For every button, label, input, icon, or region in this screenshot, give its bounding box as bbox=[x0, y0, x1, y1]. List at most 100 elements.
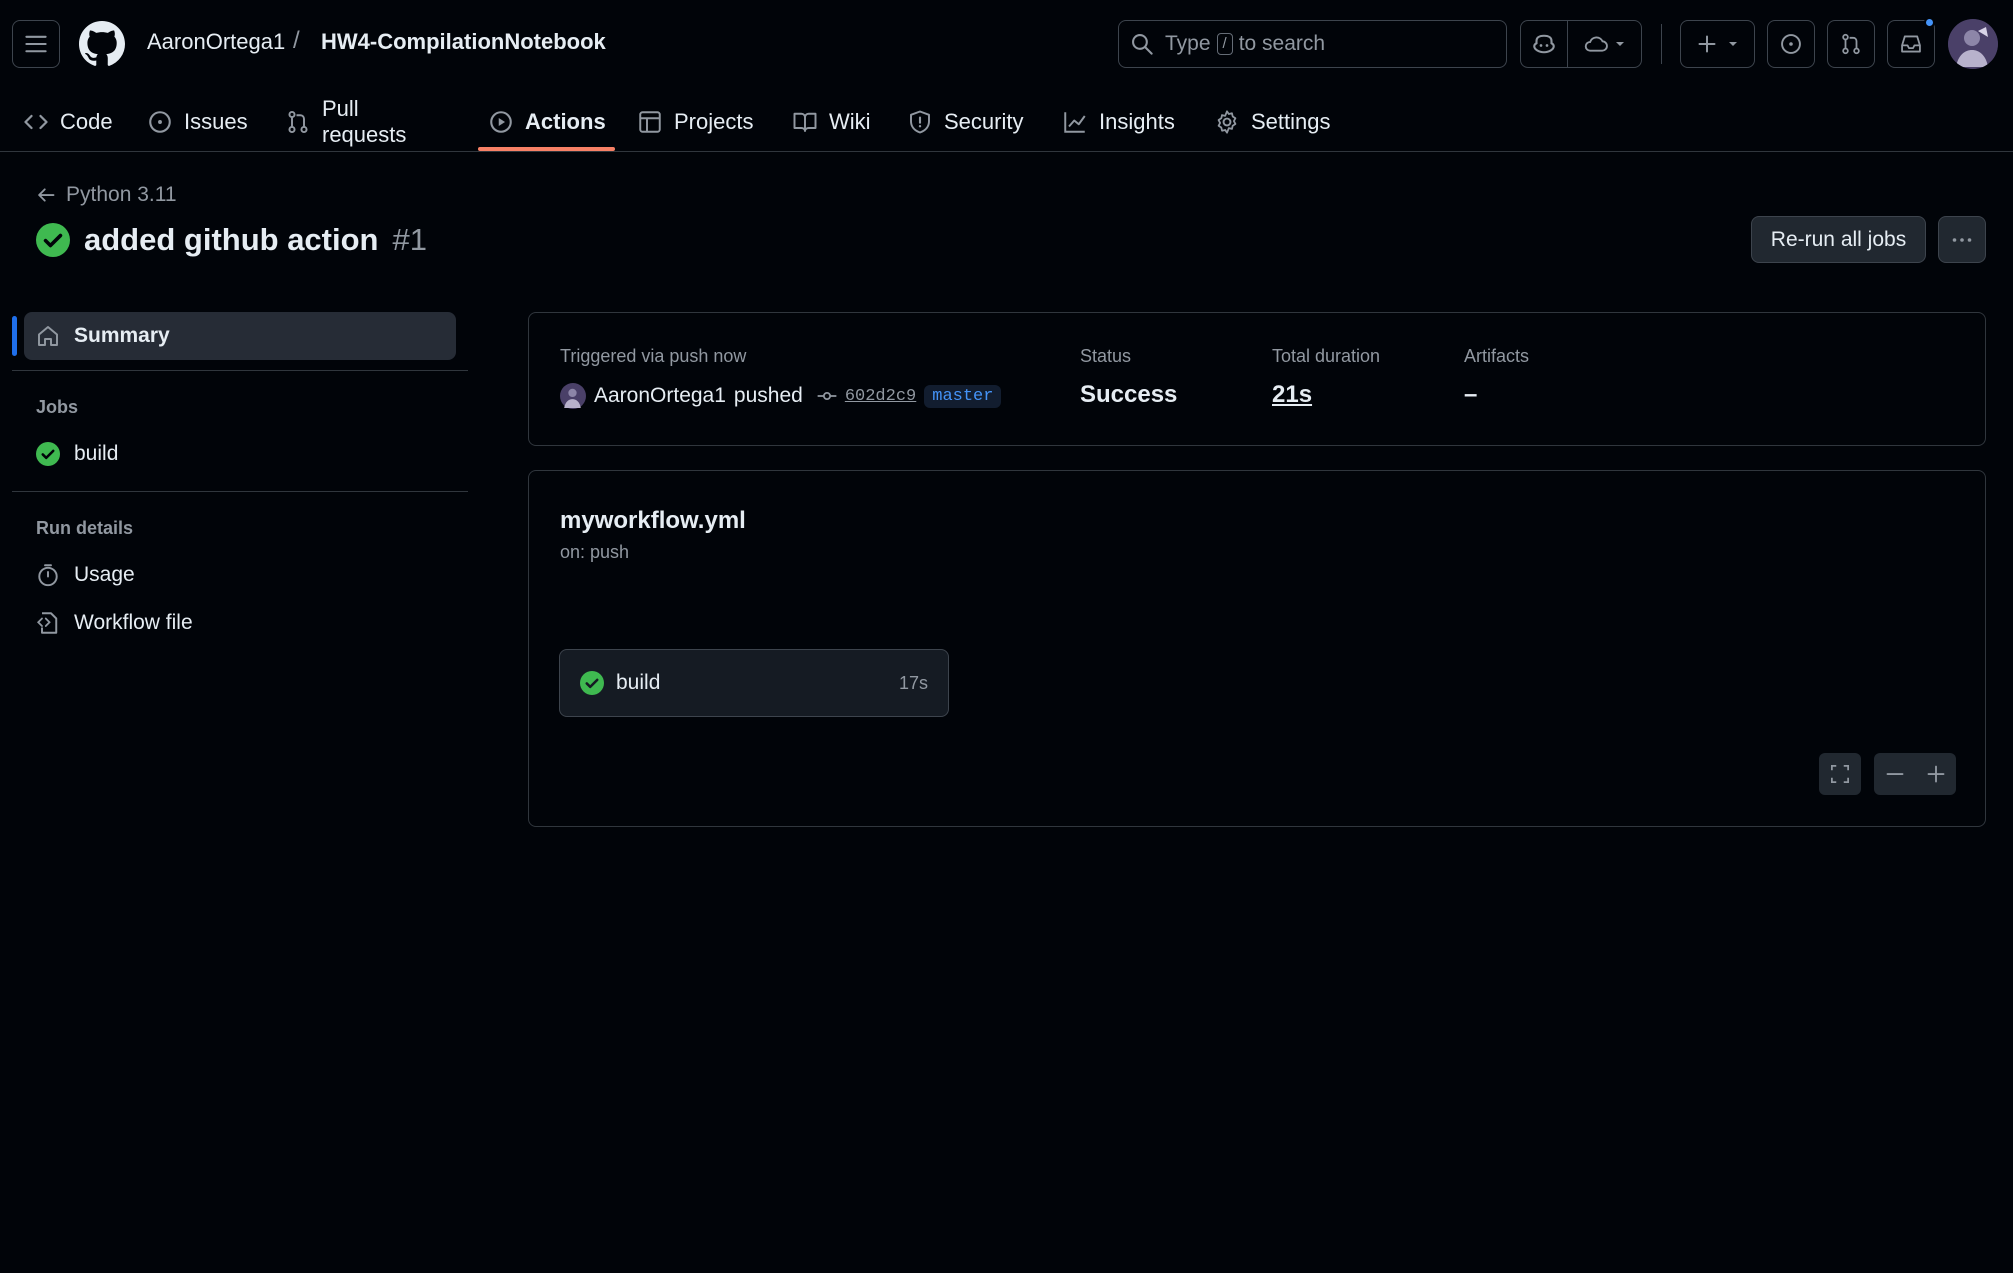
tab-label: Pull requests bbox=[322, 96, 407, 147]
pull-requests-shortcut-button[interactable] bbox=[1827, 20, 1875, 68]
home-icon bbox=[38, 326, 58, 346]
copilot-menu-button[interactable] bbox=[1567, 20, 1642, 68]
tab-pull-requests[interactable]: Pull requests bbox=[286, 92, 406, 152]
copilot-button[interactable] bbox=[1520, 20, 1568, 68]
issue-icon bbox=[1781, 34, 1801, 54]
breadcrumb-repo[interactable]: HW4-CompilationNotebook bbox=[321, 29, 606, 55]
workflow-file-name: myworkflow.yml bbox=[560, 507, 746, 534]
gear-icon bbox=[1217, 110, 1237, 134]
rerun-label: Re-run all jobs bbox=[1770, 227, 1907, 251]
run-title: added github action bbox=[84, 222, 379, 257]
check-circle-icon bbox=[36, 223, 70, 257]
breadcrumb-owner[interactable]: AaronOrtega1 bbox=[147, 29, 285, 55]
search-placeholder-prefix: Type bbox=[1165, 32, 1211, 55]
check-circle-icon bbox=[36, 442, 60, 466]
tab-label: Actions bbox=[525, 109, 606, 134]
search-input[interactable]: Type / to search bbox=[1118, 20, 1507, 68]
tab-label: Issues bbox=[184, 109, 248, 134]
workflow-trigger: on: push bbox=[560, 542, 630, 562]
actor-name[interactable]: AaronOrtega1 bbox=[594, 384, 726, 408]
back-to-workflow-link[interactable]: Python 3.11 bbox=[36, 183, 177, 207]
run-number: #1 bbox=[392, 222, 427, 257]
tab-label: Wiki bbox=[829, 109, 871, 134]
sidebar-item-usage[interactable]: Usage bbox=[36, 563, 135, 587]
rerun-all-jobs-button[interactable]: Re-run all jobs bbox=[1751, 216, 1926, 263]
tab-wiki[interactable]: Wiki bbox=[793, 92, 871, 152]
search-shortcut-key: / bbox=[1216, 33, 1233, 55]
sidebar-item-label: Usage bbox=[74, 563, 135, 586]
sidebar-divider bbox=[12, 370, 468, 371]
notification-dot bbox=[1924, 17, 1935, 28]
search-placeholder-suffix: to search bbox=[1238, 32, 1326, 55]
arrow-left-icon bbox=[38, 188, 55, 202]
tab-issues[interactable]: Issues bbox=[148, 92, 248, 152]
commit-icon bbox=[817, 392, 837, 400]
trigger-label: Triggered via push now bbox=[560, 346, 747, 366]
breadcrumb-separator: / bbox=[293, 27, 300, 54]
tab-label: Code bbox=[60, 109, 113, 134]
branch-badge[interactable]: master bbox=[924, 384, 1002, 408]
kebab-horizontal-icon bbox=[1952, 237, 1972, 242]
tab-settings[interactable]: Settings bbox=[1215, 92, 1331, 152]
active-tab-indicator bbox=[478, 147, 615, 151]
active-item-marker bbox=[12, 316, 17, 356]
stopwatch-icon bbox=[38, 564, 58, 587]
more-options-button[interactable] bbox=[1938, 216, 1986, 263]
sidebar-item-job-build[interactable]: build bbox=[36, 442, 118, 466]
avatar[interactable] bbox=[1948, 19, 1998, 69]
chevron-down-icon bbox=[1615, 42, 1624, 46]
duration-value[interactable]: 21s bbox=[1272, 381, 1312, 409]
sidebar-divider bbox=[12, 491, 468, 492]
artifacts-label: Artifacts bbox=[1464, 346, 1530, 366]
status-value: Success bbox=[1080, 381, 1178, 408]
pull-request-icon bbox=[288, 110, 308, 134]
sidebar-item-summary[interactable]: Summary bbox=[24, 312, 456, 360]
job-name: build bbox=[616, 671, 661, 694]
tab-security[interactable]: Security bbox=[908, 92, 1023, 152]
zoom-out-icon[interactable] bbox=[1885, 764, 1905, 784]
tab-insights[interactable]: Insights bbox=[1063, 92, 1175, 152]
create-new-button[interactable] bbox=[1680, 20, 1755, 68]
code-icon bbox=[24, 114, 48, 130]
sidebar-item-label: Workflow file bbox=[74, 611, 193, 634]
zoom-in-icon[interactable] bbox=[1926, 764, 1946, 784]
shield-icon bbox=[910, 110, 930, 134]
chevron-down-icon bbox=[1728, 42, 1737, 46]
tab-projects[interactable]: Projects bbox=[638, 92, 753, 152]
sidebar-item-label: Summary bbox=[74, 324, 170, 347]
tab-code[interactable]: Code bbox=[24, 92, 113, 152]
tab-label: Projects bbox=[674, 109, 754, 134]
sidebar-item-label: build bbox=[74, 442, 119, 465]
workflow-name: Python 3.11 bbox=[66, 183, 177, 206]
commit-sha-link[interactable]: 602d2c9 bbox=[845, 387, 916, 406]
copilot-icon bbox=[1533, 34, 1555, 54]
duration-label: Total duration bbox=[1272, 346, 1381, 366]
trigger-detail: AaronOrtega1 pushed 602d2c9 master bbox=[560, 383, 1002, 409]
job-card-build[interactable]: build 17s bbox=[559, 649, 949, 717]
file-code-icon bbox=[36, 612, 58, 634]
fullscreen-button[interactable] bbox=[1819, 753, 1861, 795]
screen-full-icon bbox=[1831, 765, 1849, 783]
run-details-heading: Run details bbox=[36, 518, 134, 538]
issue-icon bbox=[149, 111, 171, 133]
menu-button[interactable] bbox=[12, 20, 60, 68]
tab-actions[interactable]: Actions bbox=[489, 92, 606, 152]
sidebar-item-workflow-file[interactable]: Workflow file bbox=[36, 611, 193, 635]
tab-label: Security bbox=[944, 109, 1024, 134]
app-header: AaronOrtega1 / HW4-CompilationNotebook T… bbox=[0, 0, 2013, 152]
artifacts-value: – bbox=[1464, 381, 1478, 408]
header-divider bbox=[1661, 24, 1662, 64]
plus-icon bbox=[1698, 35, 1715, 53]
issues-shortcut-button[interactable] bbox=[1767, 20, 1815, 68]
avatar bbox=[560, 383, 586, 409]
tab-label: Insights bbox=[1099, 109, 1175, 134]
github-logo-icon[interactable] bbox=[79, 21, 125, 67]
zoom-controls bbox=[1874, 753, 1956, 795]
actor-action: pushed bbox=[733, 384, 803, 407]
book-icon bbox=[793, 112, 817, 132]
pull-request-icon bbox=[1842, 33, 1860, 55]
run-summary-card: Triggered via push now AaronOrtega1 push… bbox=[528, 312, 1986, 446]
hamburger-icon bbox=[25, 35, 47, 53]
status-label: Status bbox=[1080, 346, 1132, 366]
check-circle-icon bbox=[580, 671, 604, 695]
